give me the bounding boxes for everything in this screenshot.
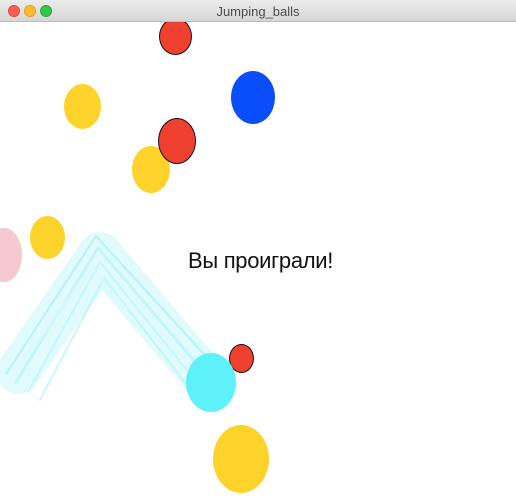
- red-ball-middle: [158, 118, 196, 164]
- yellow-ball-bottom: [213, 425, 269, 493]
- title-bar[interactable]: Jumping_balls: [0, 0, 516, 22]
- game-over-message: Вы проиграли!: [188, 248, 334, 273]
- window-title: Jumping_balls: [216, 4, 300, 19]
- app-window: Jumping_balls Вы проиграли!: [0, 0, 516, 500]
- blue-ball: [231, 71, 275, 124]
- yellow-ball-upper-left: [64, 84, 101, 129]
- cyan-ball-player: [186, 353, 236, 412]
- yellow-ball-left: [30, 216, 65, 259]
- game-canvas[interactable]: Вы проиграли!: [0, 22, 516, 500]
